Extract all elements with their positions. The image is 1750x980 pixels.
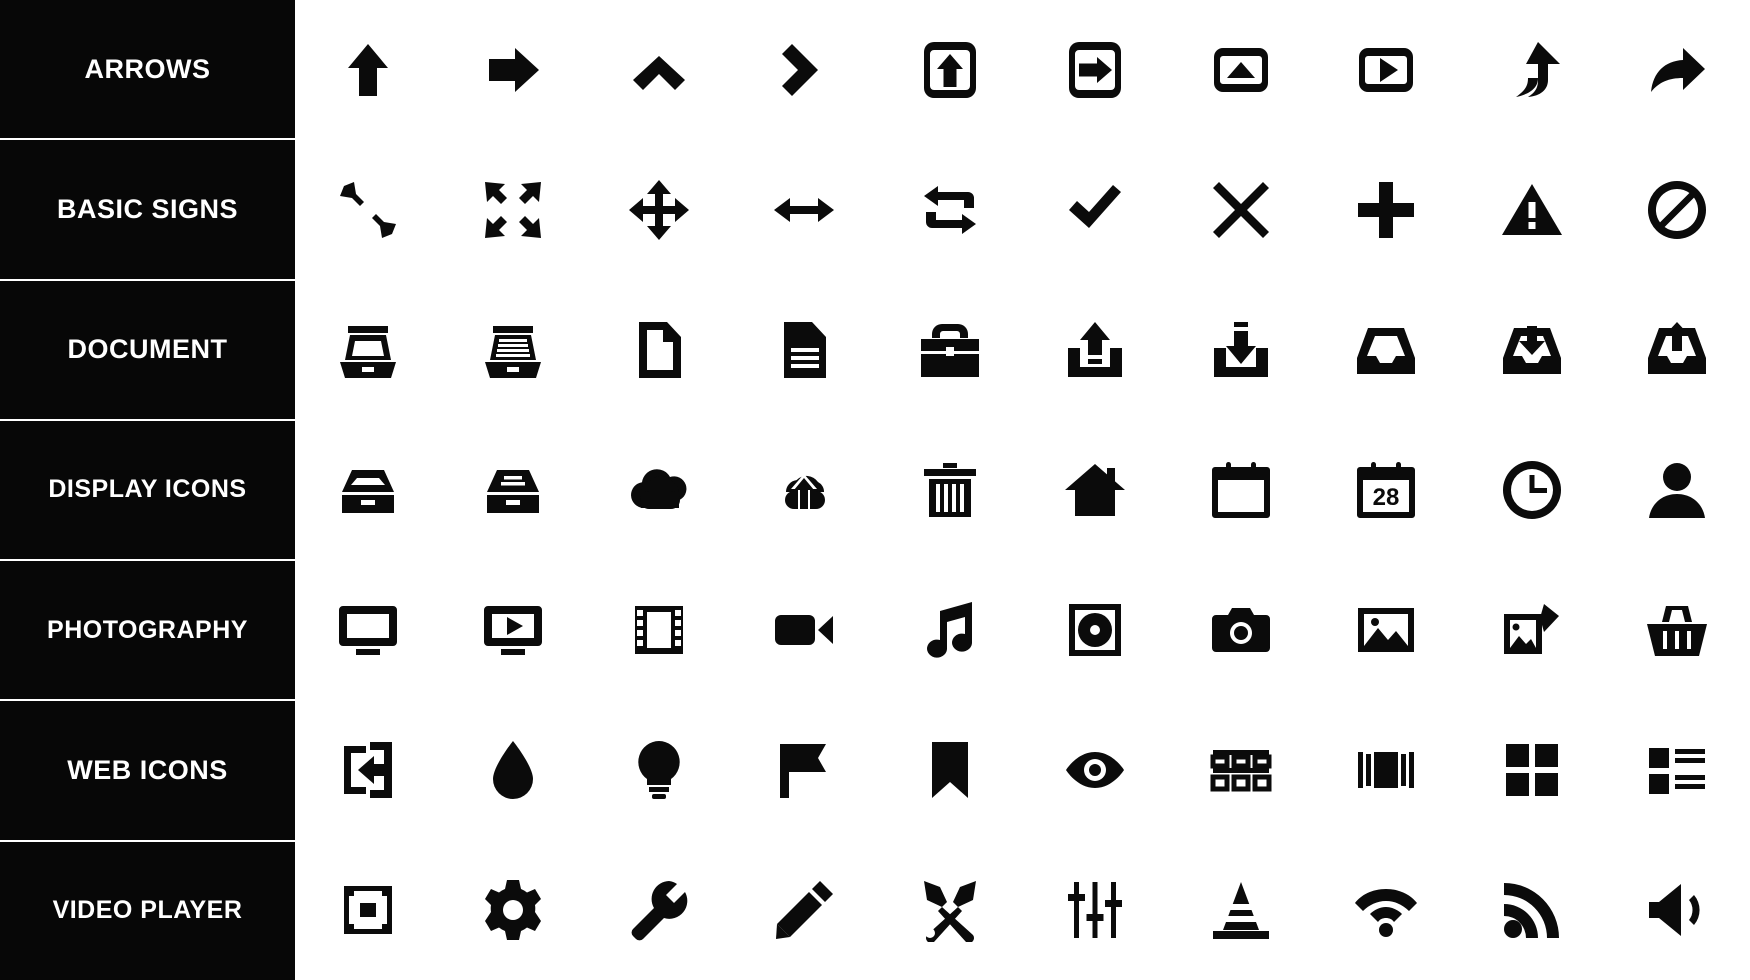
flag-icon[interactable]	[732, 700, 878, 840]
curved-arrow-up-icon[interactable]	[1459, 0, 1605, 140]
icon-row-photography	[295, 560, 1750, 700]
forbidden-icon[interactable]	[1605, 140, 1750, 280]
clock-icon[interactable]	[1459, 420, 1605, 560]
gear-icon[interactable]	[441, 840, 587, 980]
category-label-video-player[interactable]: VIDEO PLAYER	[0, 841, 295, 980]
boxed-play-icon[interactable]	[1314, 0, 1460, 140]
warning-triangle-icon[interactable]	[1459, 140, 1605, 280]
rss-icon[interactable]	[1459, 840, 1605, 980]
video-player-icon[interactable]	[441, 560, 587, 700]
tools-icon[interactable]	[877, 840, 1023, 980]
download-tray-icon[interactable]	[1168, 280, 1314, 420]
boxed-triangle-up-icon[interactable]	[1168, 0, 1314, 140]
bookmark-icon[interactable]	[877, 700, 1023, 840]
traffic-cone-icon[interactable]	[1168, 840, 1314, 980]
plus-icon[interactable]	[1314, 140, 1460, 280]
eye-icon[interactable]	[1023, 700, 1169, 840]
crop-frame-icon[interactable]	[295, 840, 441, 980]
cloud-icon[interactable]	[586, 420, 732, 560]
pencil-icon[interactable]	[732, 840, 878, 980]
arrow-right-icon[interactable]	[441, 0, 587, 140]
category-label-basic-signs[interactable]: BASIC SIGNS	[0, 140, 295, 281]
speaker-icon[interactable]	[1605, 840, 1750, 980]
chevron-right-icon[interactable]	[732, 0, 878, 140]
category-label-web-icons[interactable]: WEB ICONS	[0, 701, 295, 842]
tray-full-icon[interactable]	[441, 280, 587, 420]
icon-grid: 28	[295, 0, 1750, 980]
close-x-icon[interactable]	[1168, 140, 1314, 280]
icon-sheet: ARROWS BASIC SIGNS DOCUMENT DISPLAY ICON…	[0, 0, 1750, 980]
upload-tray-icon[interactable]	[1023, 280, 1169, 420]
icon-row-web-icons	[295, 700, 1750, 840]
monitor-icon[interactable]	[295, 560, 441, 700]
collapse-arrows-icon[interactable]	[295, 140, 441, 280]
inbox-icon[interactable]	[1314, 280, 1460, 420]
arrow-up-icon[interactable]	[295, 0, 441, 140]
list-view-icon[interactable]	[1605, 700, 1750, 840]
file-text-icon[interactable]	[732, 280, 878, 420]
icon-row-document	[295, 280, 1750, 420]
check-icon[interactable]	[1023, 140, 1169, 280]
wifi-icon[interactable]	[1314, 840, 1460, 980]
music-note-icon[interactable]	[877, 560, 1023, 700]
icon-row-arrows	[295, 0, 1750, 140]
disc-icon[interactable]	[1023, 560, 1169, 700]
category-label-column: ARROWS BASIC SIGNS DOCUMENT DISPLAY ICON…	[0, 0, 295, 980]
category-label-display-icons[interactable]: DISPLAY ICONS	[0, 420, 295, 562]
icon-row-video-player	[295, 840, 1750, 980]
video-camera-icon[interactable]	[732, 560, 878, 700]
category-label-photography[interactable]: PHOTOGRAPHY	[0, 561, 295, 702]
film-strip-icon[interactable]	[586, 560, 732, 700]
home-icon[interactable]	[1023, 420, 1169, 560]
briefcase-icon[interactable]	[877, 280, 1023, 420]
calendar-date-icon[interactable]: 28	[1314, 420, 1460, 560]
boxed-arrow-right-icon[interactable]	[1023, 0, 1169, 140]
icon-row-basic-signs	[295, 140, 1750, 280]
resize-horizontal-icon[interactable]	[732, 140, 878, 280]
user-icon[interactable]	[1605, 420, 1750, 560]
calendar-date-text: 28	[1373, 484, 1400, 511]
login-arrow-icon[interactable]	[295, 700, 441, 840]
tray-empty-icon[interactable]	[295, 280, 441, 420]
basket-icon[interactable]	[1605, 560, 1750, 700]
repeat-loop-icon[interactable]	[877, 140, 1023, 280]
file-blank-icon[interactable]	[586, 280, 732, 420]
chevron-up-icon[interactable]	[586, 0, 732, 140]
inbox-download-icon[interactable]	[1459, 280, 1605, 420]
archive-box-lines-icon[interactable]	[441, 420, 587, 560]
trash-icon[interactable]	[877, 420, 1023, 560]
images-stack-icon[interactable]	[1459, 560, 1605, 700]
droplet-icon[interactable]	[441, 700, 587, 840]
carousel-view-icon[interactable]	[1314, 700, 1460, 840]
archive-box-icon[interactable]	[295, 420, 441, 560]
category-label-arrows[interactable]: ARROWS	[0, 0, 295, 141]
grid-view-icon[interactable]	[1168, 700, 1314, 840]
tiles-view-icon[interactable]	[1459, 700, 1605, 840]
share-arrow-icon[interactable]	[1605, 0, 1750, 140]
cloud-upload-icon[interactable]	[732, 420, 878, 560]
equalizer-icon[interactable]	[1023, 840, 1169, 980]
calendar-icon[interactable]	[1168, 420, 1314, 560]
image-icon[interactable]	[1314, 560, 1460, 700]
icon-row-display-icons: 28	[295, 420, 1750, 560]
category-label-document[interactable]: DOCUMENT	[0, 280, 295, 421]
lightbulb-icon[interactable]	[586, 700, 732, 840]
move-four-way-icon[interactable]	[586, 140, 732, 280]
boxed-arrow-up-icon[interactable]	[877, 0, 1023, 140]
camera-icon[interactable]	[1168, 560, 1314, 700]
wrench-icon[interactable]	[586, 840, 732, 980]
expand-arrows-icon[interactable]	[441, 140, 587, 280]
inbox-upload-icon[interactable]	[1605, 280, 1750, 420]
